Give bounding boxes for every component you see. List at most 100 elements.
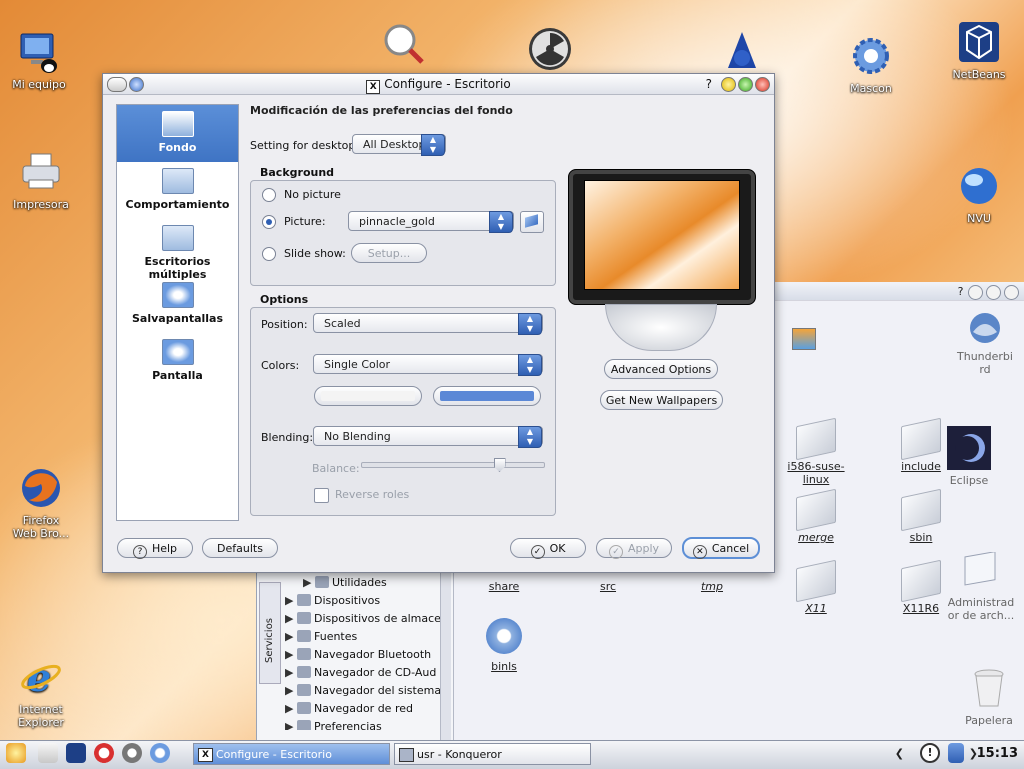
blending-select[interactable]: No Blending ▲ ▼ bbox=[313, 426, 543, 448]
reverse-roles-checkbox[interactable] bbox=[314, 488, 329, 503]
file-item[interactable]: tmp bbox=[672, 580, 752, 593]
tree-item[interactable]: ▶ Navegador del sistema bbox=[285, 684, 441, 697]
position-select[interactable]: Scaled ▲ ▼ bbox=[313, 313, 543, 335]
desktop-icon-netbeans[interactable]: NetBeans bbox=[940, 20, 1018, 81]
magnifier-icon[interactable] bbox=[380, 20, 426, 66]
desktop-icon-eclipse[interactable]: Eclipse bbox=[930, 426, 1008, 487]
desktop-icon-impresora[interactable]: Impresora bbox=[2, 150, 80, 211]
help-button[interactable]: ? Help bbox=[117, 538, 193, 559]
sidebar-item-comportamiento[interactable]: Comportamiento bbox=[117, 162, 238, 219]
close-button[interactable] bbox=[1004, 285, 1019, 300]
file-item[interactable]: X11 bbox=[776, 559, 856, 615]
desktop-icon-nvu[interactable]: NVU bbox=[940, 164, 1018, 225]
tree-item[interactable]: ▶ Preferencias bbox=[285, 720, 382, 730]
sidebar-item-escritorios-multiples[interactable]: Escritorios múltiples bbox=[117, 219, 238, 281]
sidebar-scrollbar[interactable] bbox=[440, 572, 451, 740]
sidebar-item-salvapantallas[interactable]: Salvapantallas bbox=[117, 276, 238, 333]
chevron-updown-icon: ▲ ▼ bbox=[518, 426, 542, 448]
no-picture-label: No picture bbox=[284, 188, 341, 201]
network-icon[interactable] bbox=[150, 743, 170, 763]
file-item[interactable]: i586-suse-linux bbox=[776, 417, 856, 486]
tree-item[interactable]: ▶ Navegador de red bbox=[285, 702, 413, 715]
check-icon: ✓ bbox=[608, 545, 623, 559]
tree-item[interactable]: ▶ Navegador Bluetooth bbox=[285, 648, 431, 661]
close-icon: ✕ bbox=[692, 545, 707, 559]
preview-screen bbox=[584, 180, 740, 290]
desktop-icon-mascon[interactable]: Mascon bbox=[832, 34, 910, 95]
help-lifebuoy-icon[interactable] bbox=[94, 743, 114, 763]
help-icon[interactable]: ? bbox=[706, 74, 712, 94]
settings-icon[interactable] bbox=[122, 743, 142, 763]
defaults-button[interactable]: Defaults bbox=[202, 538, 278, 558]
monitor-icon bbox=[161, 111, 194, 137]
globe-icon bbox=[957, 164, 1001, 208]
slide-show-radio[interactable] bbox=[262, 247, 276, 261]
desktop-icon-file-manager[interactable]: Administrad or de arch... bbox=[942, 551, 1020, 622]
minimize-button[interactable] bbox=[968, 285, 983, 300]
color-swatch bbox=[321, 391, 415, 401]
toolbar-view-icon[interactable] bbox=[792, 328, 816, 350]
maximize-button[interactable] bbox=[986, 285, 1001, 300]
wizard-tray-icon[interactable] bbox=[948, 743, 964, 763]
tree-item[interactable]: ▶ Utilidades bbox=[303, 576, 387, 589]
help-icon[interactable]: ? bbox=[954, 285, 967, 298]
task-configure-escritorio[interactable]: X Configure - Escritorio bbox=[193, 743, 390, 765]
dialog-titlebar[interactable]: X Configure - Escritorio ? bbox=[103, 74, 774, 95]
file-item[interactable]: binls bbox=[464, 618, 544, 673]
primary-color-button[interactable] bbox=[314, 386, 422, 406]
file-item[interactable]: share bbox=[464, 580, 544, 593]
minimize-button[interactable] bbox=[721, 77, 736, 92]
sidebar-item-pantalla[interactable]: Pantalla bbox=[117, 333, 238, 390]
sidebar-item-fondo[interactable]: Fondo bbox=[117, 105, 238, 162]
desktop-icon-firefox[interactable]: Firefox Web Bro... bbox=[2, 466, 80, 540]
maximize-button[interactable] bbox=[738, 77, 753, 92]
tree-item[interactable]: ▶ Dispositivos de almace bbox=[285, 612, 441, 625]
advanced-options-button[interactable]: Advanced Options bbox=[604, 359, 718, 379]
tree-item[interactable]: ▶ Fuentes bbox=[285, 630, 357, 643]
help-icon: ? bbox=[132, 545, 147, 559]
desktop-select[interactable]: All Desktops ▲ ▼ bbox=[352, 134, 446, 156]
file-item[interactable]: merge bbox=[776, 488, 856, 544]
colors-select[interactable]: Single Color ▲ ▼ bbox=[313, 354, 543, 376]
browse-picture-button[interactable] bbox=[520, 211, 544, 233]
kde-menu-icon[interactable] bbox=[6, 743, 26, 763]
task-usr-konqueror[interactable]: usr - Konqueror bbox=[394, 743, 591, 765]
file-item[interactable]: src bbox=[568, 580, 648, 593]
tree-item[interactable]: ▶ Dispositivos bbox=[285, 594, 380, 607]
cancel-button[interactable]: ✕ Cancel bbox=[682, 537, 760, 559]
menu-button[interactable] bbox=[107, 77, 127, 92]
picture-select[interactable]: pinnacle_gold ▲ ▼ bbox=[348, 211, 514, 233]
tree-item[interactable]: ▶ Navegador de CD-Aud bbox=[285, 666, 436, 679]
firefox-icon bbox=[19, 466, 63, 510]
wizard-icon[interactable] bbox=[720, 30, 764, 74]
balance-slider[interactable] bbox=[361, 458, 545, 472]
clock[interactable]: 15:13 bbox=[977, 746, 1018, 761]
tray-arrow-icon[interactable]: ❮ bbox=[895, 747, 904, 760]
slide-show-label: Slide show: bbox=[284, 247, 346, 260]
get-new-wallpapers-button[interactable]: Get New Wallpapers bbox=[600, 390, 723, 410]
ok-button[interactable]: ✓ OK bbox=[510, 538, 586, 559]
gear-icon bbox=[486, 618, 522, 654]
no-picture-radio[interactable] bbox=[262, 188, 276, 202]
file-item[interactable]: sbin bbox=[881, 488, 961, 544]
folder-icon bbox=[297, 594, 311, 606]
desktop-icon-thunderbird[interactable]: Thunderbi rd bbox=[946, 310, 1024, 376]
taskbar: X Configure - Escritorio usr - Konqueror… bbox=[0, 740, 1024, 769]
apply-button[interactable]: ✓ Apply bbox=[596, 538, 672, 559]
desktop-icon-mi-equipo[interactable]: Mi equipo bbox=[0, 30, 78, 91]
file-manager-icon bbox=[959, 551, 1003, 592]
desktop-icon-papelera[interactable]: Papelera bbox=[950, 668, 1024, 727]
trash-icon bbox=[971, 668, 1007, 710]
alert-icon[interactable]: ! bbox=[920, 743, 940, 763]
close-button[interactable] bbox=[755, 77, 770, 92]
desktop-icon-internet-explorer[interactable]: e Internet Explorer bbox=[2, 655, 80, 729]
setup-button[interactable]: Setup... bbox=[351, 243, 427, 263]
edit-icon[interactable] bbox=[38, 743, 58, 763]
picture-radio[interactable] bbox=[262, 215, 276, 229]
terminal-icon[interactable] bbox=[66, 743, 86, 763]
sidebar-tab-servicios[interactable]: Servicios bbox=[259, 582, 281, 684]
sticky-button[interactable] bbox=[129, 77, 144, 92]
secondary-color-button[interactable] bbox=[433, 386, 541, 406]
image-file-icon bbox=[525, 214, 538, 228]
radiation-icon[interactable] bbox=[527, 26, 573, 72]
